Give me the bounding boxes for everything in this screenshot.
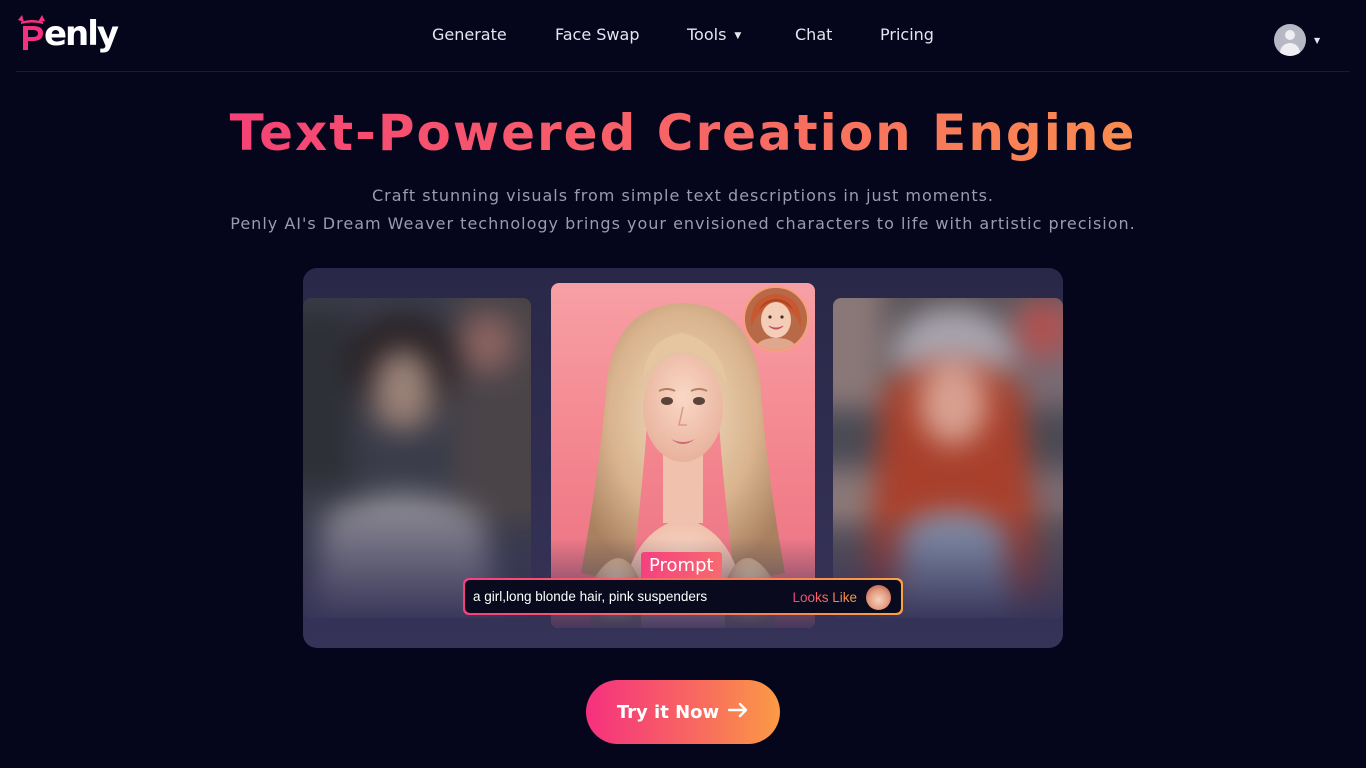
blurred-sample-image-left (303, 298, 531, 618)
arrow-right-icon (727, 702, 749, 723)
blurred-sample-image-right (833, 298, 1063, 618)
header-divider (16, 71, 1350, 72)
try-it-now-button[interactable]: Try it Now (586, 680, 780, 744)
top-nav-bar: enly Generate Face Swap Tools ▼ Chat Pric… (0, 0, 1366, 72)
caret-down-icon: ▼ (734, 31, 742, 41)
caret-down-icon[interactable]: ▼ (1314, 36, 1320, 45)
nav-chat[interactable]: Chat (795, 24, 832, 48)
reference-face-thumbnail (743, 286, 809, 352)
nav-generate[interactable]: Generate (432, 24, 507, 48)
prompt-bar: a girl,long blonde hair, pink suspenders… (463, 578, 903, 615)
looks-like-label: Looks Like (792, 580, 857, 615)
nav-pricing[interactable]: Pricing (880, 24, 934, 48)
try-it-now-label: Try it Now (616, 701, 720, 723)
nav-tools-label: Tools (687, 25, 727, 44)
nav-tools[interactable]: Tools ▼ (687, 24, 741, 48)
user-avatar-icon[interactable] (1274, 24, 1306, 56)
hero-subtitle-line-2: Penly AI's Dream Weaver technology bring… (230, 214, 1136, 233)
main-nav: Generate Face Swap Tools ▼ Chat Pricing (0, 24, 1366, 48)
nav-face-swap[interactable]: Face Swap (555, 24, 639, 48)
user-menu[interactable]: ▼ (1274, 24, 1320, 56)
looks-like-face-thumbnail (866, 585, 891, 610)
prompt-label-tag: Prompt (641, 552, 722, 579)
hero-subtitle-line-1: Craft stunning visuals from simple text … (371, 186, 995, 205)
prompt-text: a girl,long blonde hair, pink suspenders (473, 589, 708, 604)
page-title: Text-Powered Creation Engine (0, 104, 1366, 162)
